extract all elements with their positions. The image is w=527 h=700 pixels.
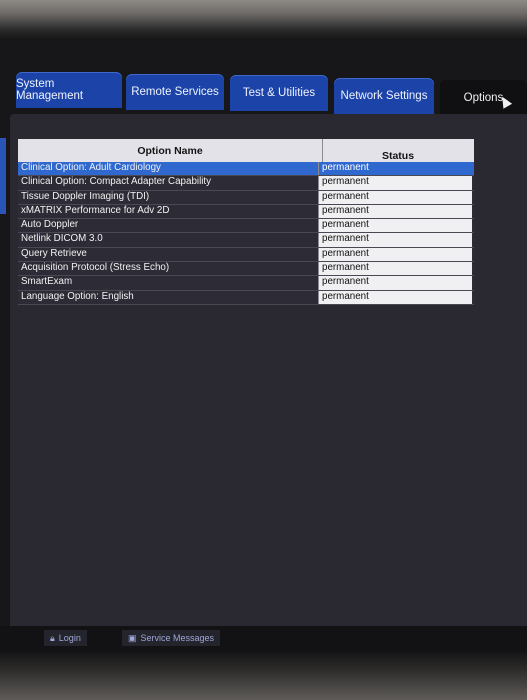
status-cell: permanent <box>318 290 472 304</box>
lock-icon: 🔒︎ <box>50 632 55 643</box>
table-row[interactable]: Clinical Option: Compact Adapter Capabil… <box>18 176 474 191</box>
tab-options[interactable]: Options <box>440 80 527 116</box>
option-name-cell: Auto Doppler <box>21 219 79 231</box>
table-row[interactable]: Auto Doppler permanent <box>18 219 474 234</box>
service-messages-label: Service Messages <box>140 633 215 643</box>
status-cell: permanent <box>318 233 472 247</box>
screen: System Management Remote Services Test &… <box>0 40 527 652</box>
monitor-bezel-top <box>0 0 527 40</box>
option-name-cell: Clinical Option: Compact Adapter Capabil… <box>21 176 212 188</box>
option-name-cell: Clinical Option: Adult Cardiology <box>21 162 161 173</box>
option-name-cell: xMATRIX Performance for Adv 2D <box>21 204 170 216</box>
status-cell: permanent <box>318 262 472 276</box>
tab-bar: System Management Remote Services Test &… <box>12 68 527 116</box>
table-row[interactable]: Acquisition Protocol (Stress Echo) perma… <box>18 262 474 277</box>
status-cell: permanent <box>318 176 472 190</box>
table-row[interactable]: SmartExam permanent <box>18 276 474 291</box>
table-row[interactable]: Netlink DICOM 3.0 permanent <box>18 233 474 248</box>
tab-test-utilities[interactable]: Test & Utilities <box>230 75 328 111</box>
option-name-cell: Query Retrieve <box>21 247 87 259</box>
tab-network-settings[interactable]: Network Settings <box>334 78 434 114</box>
status-cell: permanent <box>318 190 472 204</box>
option-name-cell: Tissue Doppler Imaging (TDI) <box>21 190 150 202</box>
table-row[interactable]: Language Option: English permanent <box>18 290 474 305</box>
table-row[interactable]: Tissue Doppler Imaging (TDI) permanent <box>18 190 474 205</box>
bottom-bar: 🔒︎ Login ▣ Service Messages <box>0 626 527 652</box>
tab-remote-services[interactable]: Remote Services <box>126 74 224 110</box>
table-row[interactable]: xMATRIX Performance for Adv 2D permanent <box>18 204 474 220</box>
option-name-cell: Acquisition Protocol (Stress Echo) <box>21 262 170 274</box>
table-header: Option Name Status <box>18 139 474 162</box>
status-cell: permanent <box>318 276 472 290</box>
service-messages-button[interactable]: ▣ Service Messages <box>122 630 221 646</box>
login-button[interactable]: 🔒︎ Login <box>44 630 87 646</box>
status-cell: permanent <box>318 162 472 176</box>
table-row[interactable]: Query Retrieve permanent <box>18 247 474 263</box>
monitor-bezel-bottom <box>0 652 527 700</box>
login-label: Login <box>58 633 81 643</box>
column-header-status[interactable]: Status <box>322 150 474 162</box>
options-panel: Option Name Status Clinical Option: Adul… <box>10 114 527 628</box>
message-icon: ▣ <box>128 632 137 643</box>
option-name-cell: Language Option: English <box>21 290 134 302</box>
column-header-option-name[interactable]: Option Name <box>18 145 322 157</box>
option-name-cell: SmartExam <box>21 276 73 288</box>
table-row[interactable]: Clinical Option: Adult Cardiology perman… <box>18 162 474 177</box>
status-cell: permanent <box>318 219 472 233</box>
status-cell: permanent <box>318 204 472 219</box>
tab-system-management[interactable]: System Management <box>16 72 122 108</box>
options-table: Option Name Status Clinical Option: Adul… <box>18 139 474 305</box>
status-cell: permanent <box>318 247 472 262</box>
left-panel-edge <box>0 138 6 214</box>
option-name-cell: Netlink DICOM 3.0 <box>21 233 103 245</box>
